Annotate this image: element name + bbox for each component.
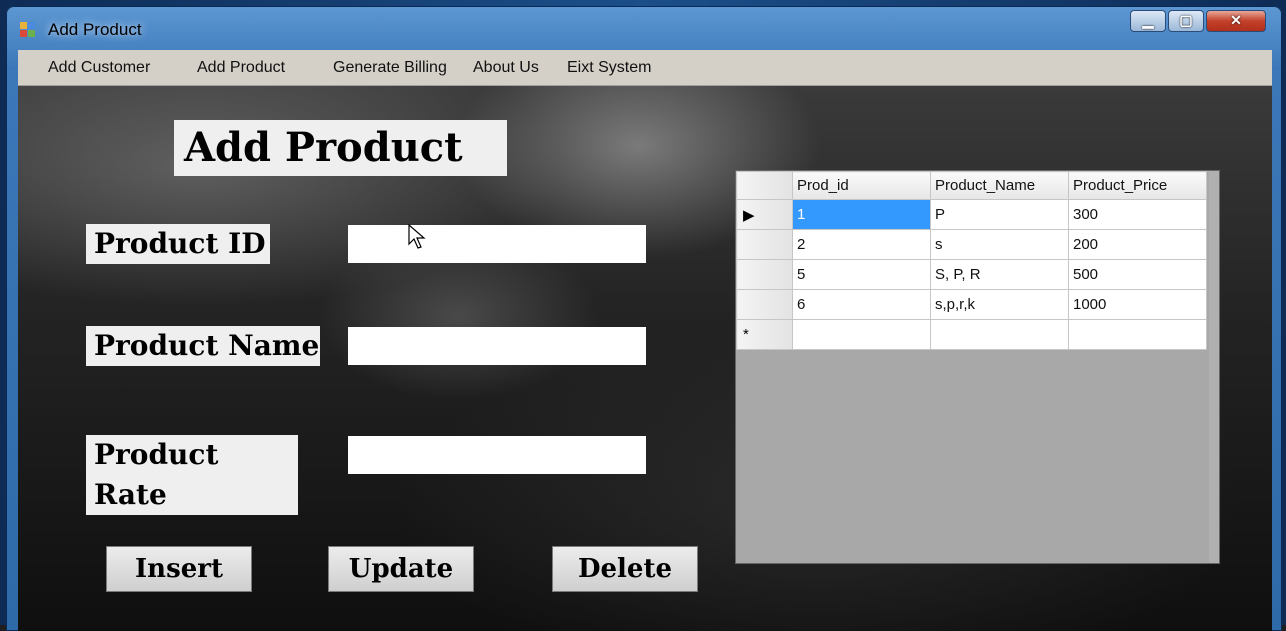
header-row: Prod_id Product_Name Product_Price — [736, 171, 1207, 200]
column-header-product-price[interactable]: Product_Price — [1068, 171, 1207, 200]
column-header-product-name[interactable]: Product_Name — [930, 171, 1069, 200]
cell-product-name[interactable]: s — [930, 229, 1069, 260]
cell-prod-id[interactable]: 1 — [792, 199, 931, 230]
table-row[interactable]: 5 S, P, R 500 — [736, 259, 1207, 290]
cell-prod-id[interactable]: 6 — [792, 289, 931, 320]
menu-bar: Add Customer Add Product Generate Billin… — [18, 50, 1272, 86]
maximize-button[interactable]: ▢ — [1168, 10, 1204, 32]
title-bar[interactable]: Add Product ▁ ▢ ✕ — [6, 6, 1282, 48]
cell-product-name[interactable]: s,p,r,k — [930, 289, 1069, 320]
cell-product-name[interactable]: P — [930, 199, 1069, 230]
cell-product-price[interactable]: 200 — [1068, 229, 1207, 260]
cell-product-price[interactable] — [1068, 319, 1207, 350]
row-header-corner[interactable] — [736, 171, 793, 200]
menu-about-us[interactable]: About Us — [473, 59, 539, 77]
table-row[interactable]: ▶ 1 P 300 — [736, 199, 1207, 230]
product-id-input[interactable] — [348, 225, 646, 263]
table-row[interactable]: 2 s 200 — [736, 229, 1207, 260]
row-header[interactable] — [736, 289, 793, 320]
menu-generate-billing[interactable]: Generate Billing — [333, 59, 447, 77]
form-panel: Add Product Product ID Product Name Prod… — [18, 86, 1272, 631]
minimize-icon: ▁ — [1142, 12, 1154, 28]
window-title: Add Product — [48, 20, 142, 39]
new-row[interactable]: * — [736, 319, 1207, 350]
table-row[interactable]: 6 s,p,r,k 1000 — [736, 289, 1207, 320]
minimize-button[interactable]: ▁ — [1130, 10, 1166, 32]
product-data-grid[interactable]: Prod_id Product_Name Product_Price ▶ 1 P… — [735, 170, 1220, 564]
close-icon: ✕ — [1230, 12, 1242, 28]
client-area: Add Customer Add Product Generate Billin… — [18, 50, 1272, 631]
cell-prod-id[interactable] — [792, 319, 931, 350]
app-icon — [20, 22, 36, 38]
page-title: Add Product — [174, 120, 507, 176]
cell-product-name[interactable] — [930, 319, 1069, 350]
grid-scrollbar[interactable] — [1209, 171, 1219, 563]
menu-exit-system[interactable]: Eixt System — [567, 59, 651, 77]
row-header[interactable] — [736, 259, 793, 290]
product-id-label: Product ID — [86, 224, 270, 264]
new-row-marker-icon[interactable]: * — [736, 319, 793, 350]
product-table: Prod_id Product_Name Product_Price ▶ 1 P… — [736, 171, 1207, 350]
insert-button[interactable]: Insert — [106, 546, 252, 592]
maximize-icon: ▢ — [1179, 12, 1193, 28]
cell-product-name[interactable]: S, P, R — [930, 259, 1069, 290]
column-header-prod-id[interactable]: Prod_id — [792, 171, 931, 200]
product-name-input[interactable] — [348, 327, 646, 365]
row-header[interactable] — [736, 229, 793, 260]
app-window: Add Product ▁ ▢ ✕ Add Customer Add Produ… — [6, 6, 1282, 631]
cell-product-price[interactable]: 300 — [1068, 199, 1207, 230]
delete-button[interactable]: Delete — [552, 546, 698, 592]
close-button[interactable]: ✕ — [1206, 10, 1266, 32]
mouse-cursor-icon — [408, 224, 426, 249]
product-rate-label: Product Rate — [86, 435, 298, 515]
update-button[interactable]: Update — [328, 546, 474, 592]
menu-add-customer[interactable]: Add Customer — [48, 59, 150, 77]
row-marker-icon[interactable]: ▶ — [736, 199, 793, 230]
cell-prod-id[interactable]: 2 — [792, 229, 931, 260]
product-rate-input[interactable] — [348, 436, 646, 474]
product-name-label: Product Name — [86, 326, 320, 366]
cell-product-price[interactable]: 500 — [1068, 259, 1207, 290]
cell-prod-id[interactable]: 5 — [792, 259, 931, 290]
menu-add-product[interactable]: Add Product — [197, 59, 285, 77]
cell-product-price[interactable]: 1000 — [1068, 289, 1207, 320]
